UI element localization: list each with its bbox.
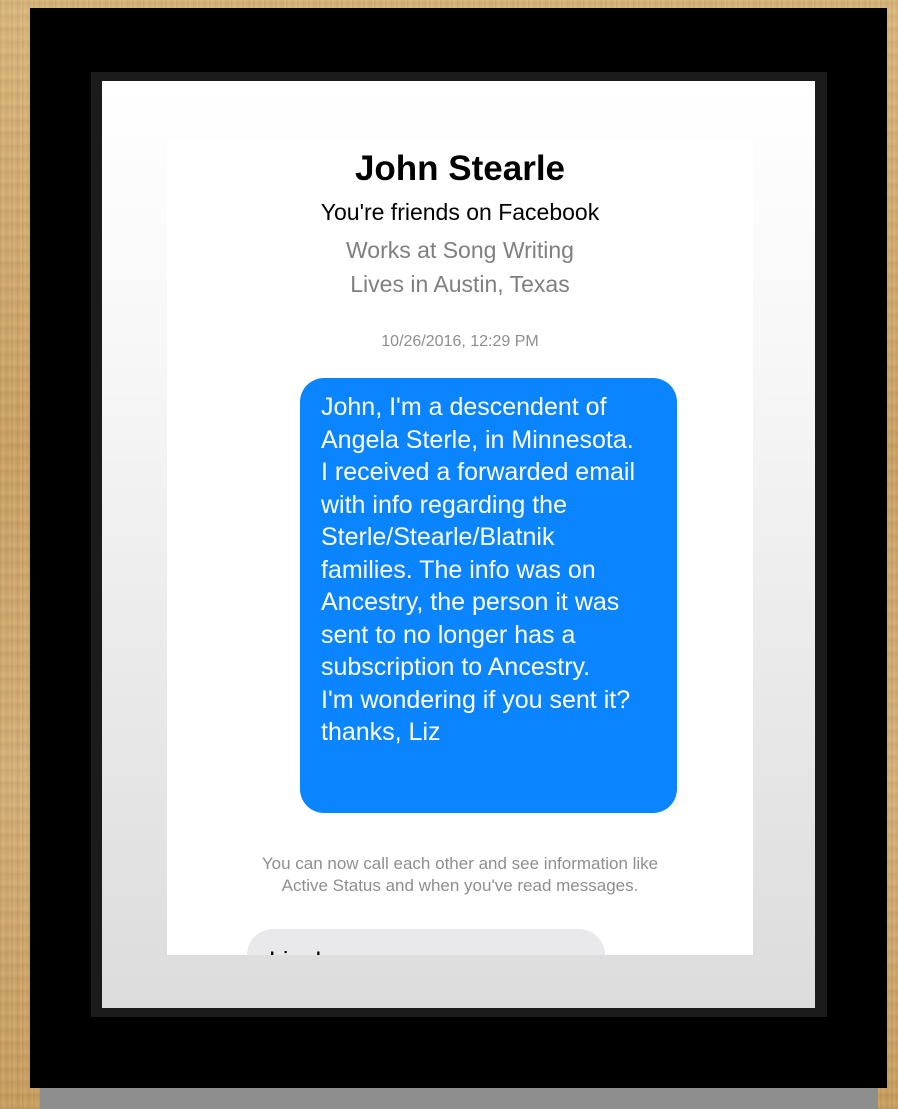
message-timestamp: 10/26/2016, 12:29 PM [381,333,539,350]
incoming-message-bubble[interactable]: Liz, I am so sorry, sorry [247,929,605,955]
system-notice: You can now call each other and see info… [261,854,659,895]
contact-work: Works at Song Writing [346,237,574,263]
contact-name[interactable]: John Stearle [167,149,753,189]
messenger-screen: John Stearle You're friends on Facebook … [167,141,753,955]
contact-location: Lives in Austin, Texas [350,271,570,297]
outgoing-message-text: John, I'm a descendent of Angela Sterle,… [321,393,636,746]
friend-status: You're friends on Facebook [320,199,600,225]
outgoing-message-bubble[interactable]: John, I'm a descendent of Angela Sterle,… [300,378,677,813]
incoming-message-text: Liz, I am so sorry, sorry [269,946,585,955]
